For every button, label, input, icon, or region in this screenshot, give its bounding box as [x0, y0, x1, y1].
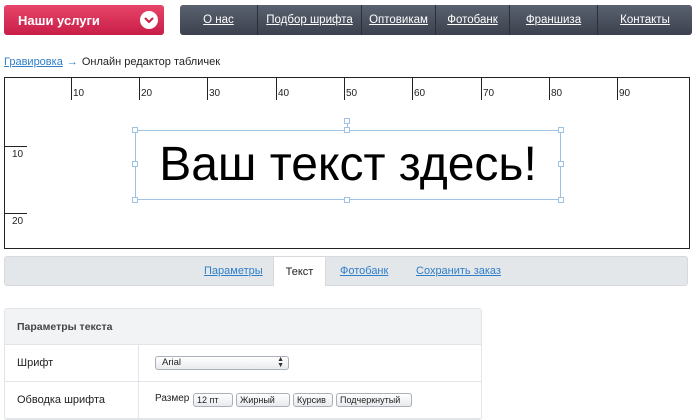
ruler-x-label: 30 [209, 88, 221, 99]
breadcrumb-separator: → [66, 56, 78, 68]
ruler-x-label: 40 [278, 88, 290, 99]
italic-button[interactable]: Курсив [293, 393, 333, 407]
nav-item-franchise[interactable]: Франшиза [510, 5, 598, 35]
ruler-x-tick [71, 78, 72, 100]
ruler-x-tick [412, 78, 413, 100]
font-select-value: Arial [162, 357, 182, 368]
breadcrumb: Гравировка → Онлайн редактор табличек [4, 56, 220, 68]
ruler-x-label: 60 [414, 88, 426, 99]
bold-button[interactable]: Жирный [236, 393, 290, 407]
resize-handle-bottom-right[interactable] [558, 197, 564, 203]
nav-item-font-picker[interactable]: Подбор шрифта [258, 5, 362, 35]
ruler-x-label: 10 [73, 88, 85, 99]
ruler-y-label: 20 [12, 216, 24, 227]
ruler-x-label: 70 [483, 88, 495, 99]
size-label: Размер [155, 393, 190, 404]
ruler-x-tick [139, 78, 140, 100]
main-navigation: О нас Подбор шрифта Оптовикам Фотобанк Ф… [180, 5, 692, 35]
editor-tabs: Параметры Текст Фотобанк Сохранить заказ [4, 256, 688, 286]
tab-photobank[interactable]: Фотобанк [340, 257, 388, 285]
select-arrows-icon: ▲ ▼ [277, 356, 284, 369]
services-menu-label: Наши услуги [18, 12, 100, 28]
ruler-y-tick [5, 213, 27, 214]
nav-item-wholesale[interactable]: Оптовикам [362, 5, 436, 35]
resize-handle-bottom[interactable] [344, 197, 350, 203]
style-label: Обводка шрифта [5, 382, 139, 418]
rotation-handle[interactable] [344, 118, 350, 124]
ruler-x-label: 80 [551, 88, 563, 99]
ruler-y-tick [5, 146, 27, 147]
plate-text[interactable]: Ваш текст здесь! [136, 137, 560, 193]
ruler-x-label: 90 [619, 88, 631, 99]
ruler-x-tick [344, 78, 345, 100]
resize-handle-top-right[interactable] [558, 127, 564, 133]
ruler-x-tick [617, 78, 618, 100]
plate-editor-canvas[interactable]: 10 20 30 40 50 60 70 80 90 10 20 Ваш тек… [4, 77, 690, 249]
ruler-x-tick [549, 78, 550, 100]
size-select[interactable]: 12 пт [193, 393, 233, 407]
breadcrumb-link-engraving[interactable]: Гравировка [4, 56, 63, 68]
tab-save-order[interactable]: Сохранить заказ [416, 257, 501, 285]
ruler-x-tick [481, 78, 482, 100]
nav-item-photobank[interactable]: Фотобанк [436, 5, 510, 35]
chevron-down-icon [140, 11, 158, 29]
resize-handle-bottom-left[interactable] [132, 197, 138, 203]
tab-text[interactable]: Текст [273, 256, 326, 286]
resize-handle-top[interactable] [344, 127, 350, 133]
ruler-y-label: 10 [12, 149, 24, 160]
underline-button[interactable]: Подчеркнутый [336, 393, 412, 407]
ruler-x-tick [276, 78, 277, 100]
resize-handle-top-left[interactable] [132, 127, 138, 133]
style-row: Обводка шрифта Размер 12 пт Жирный Курси… [5, 382, 481, 419]
ruler-x-label: 50 [346, 88, 358, 99]
ruler-x-label: 20 [141, 88, 153, 99]
tab-parameters[interactable]: Параметры [204, 257, 263, 285]
breadcrumb-current: Онлайн редактор табличек [81, 56, 221, 68]
font-label: Шрифт [5, 345, 139, 381]
font-row: Шрифт Arial ▲ ▼ [5, 345, 481, 382]
panel-title: Параметры текста [5, 309, 481, 345]
font-select[interactable]: Arial ▲ ▼ [155, 356, 289, 370]
services-menu-button[interactable]: Наши услуги [4, 5, 164, 35]
text-selection-box[interactable]: Ваш текст здесь! [132, 118, 564, 203]
text-parameters-panel: Параметры текста Шрифт Arial ▲ ▼ Обводка … [4, 308, 482, 420]
nav-item-about[interactable]: О нас [180, 5, 258, 35]
ruler-x-tick [207, 78, 208, 100]
nav-item-contacts[interactable]: Контакты [598, 5, 692, 35]
